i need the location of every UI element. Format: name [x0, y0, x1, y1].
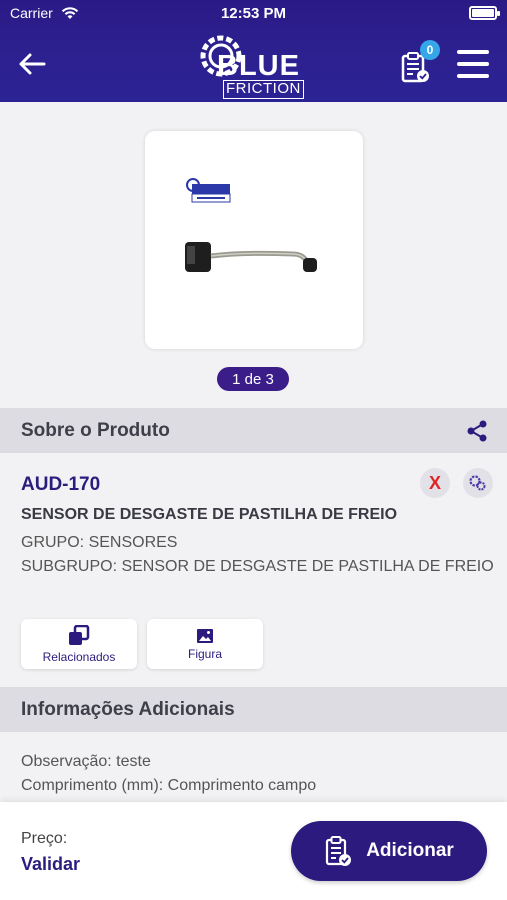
- additional-section-header: Informações Adicionais: [0, 687, 507, 732]
- related-icon: [69, 624, 90, 645]
- image-pager: 1 de 3: [217, 367, 289, 391]
- observation-text: Observação: teste: [21, 753, 151, 770]
- about-section-header: Sobre o Produto: [0, 408, 507, 453]
- product-group: GRUPO: SENSORES: [21, 534, 178, 551]
- product-name: SENSOR DE DESGASTE DE PASTILHA DE FREIO: [21, 506, 398, 523]
- top-bar: Carrier 12:53 PM BLUE FRICTION 0: [0, 0, 507, 102]
- close-icon: X: [428, 472, 441, 493]
- status-bar: Carrier 12:53 PM: [0, 0, 507, 26]
- related-button[interactable]: Relacionados: [21, 619, 137, 669]
- battery-icon: [469, 6, 500, 20]
- brake-sensor-image: [185, 242, 317, 272]
- gears-button[interactable]: [463, 468, 493, 498]
- related-label: Relacionados: [42, 649, 116, 664]
- additional-section-title: Informações Adicionais: [21, 698, 235, 720]
- cart-count-badge: 0: [420, 40, 440, 60]
- figure-button[interactable]: Figura: [147, 619, 263, 669]
- product-image-card[interactable]: [145, 131, 363, 349]
- logo-text-friction: FRICTION: [223, 80, 304, 99]
- logo-text-blue: BLUE: [217, 50, 300, 82]
- app-header: BLUE FRICTION 0: [0, 26, 507, 102]
- remove-button[interactable]: X: [420, 468, 450, 498]
- additional-content: Observação: teste Comprimento (mm): Comp…: [0, 732, 507, 802]
- product-code: AUD-170: [21, 474, 101, 495]
- gears-icon: [469, 475, 486, 491]
- add-button-label: Adicionar: [366, 840, 454, 861]
- product-subgroup: SUBGRUPO: SENSOR DE DESGASTE DE PASTILHA…: [21, 558, 494, 575]
- product-gallery: 1 de 3: [0, 102, 507, 408]
- product-logo-image: [186, 178, 231, 203]
- image-icon: [197, 628, 213, 643]
- add-button[interactable]: Adicionar: [291, 821, 487, 881]
- figure-label: Figura: [187, 646, 222, 661]
- hamburger-menu-icon[interactable]: [457, 50, 489, 78]
- clipboard-check-icon: [326, 836, 352, 866]
- price-value[interactable]: Validar: [21, 854, 80, 875]
- bottom-action-bar: Preço: Validar Adicionar: [0, 802, 507, 900]
- length-text: Comprimento (mm): Comprimento campo: [21, 777, 317, 794]
- about-content: AUD-170 X SENSOR DE DESGASTE DE PASTILHA…: [0, 453, 507, 687]
- price-label: Preço:: [21, 830, 68, 847]
- about-section-title: Sobre o Produto: [21, 419, 170, 441]
- brand-logo: BLUE FRICTION: [195, 30, 315, 100]
- share-icon[interactable]: [465, 419, 489, 443]
- clock: 12:53 PM: [220, 5, 287, 22]
- back-arrow-icon[interactable]: [16, 48, 48, 80]
